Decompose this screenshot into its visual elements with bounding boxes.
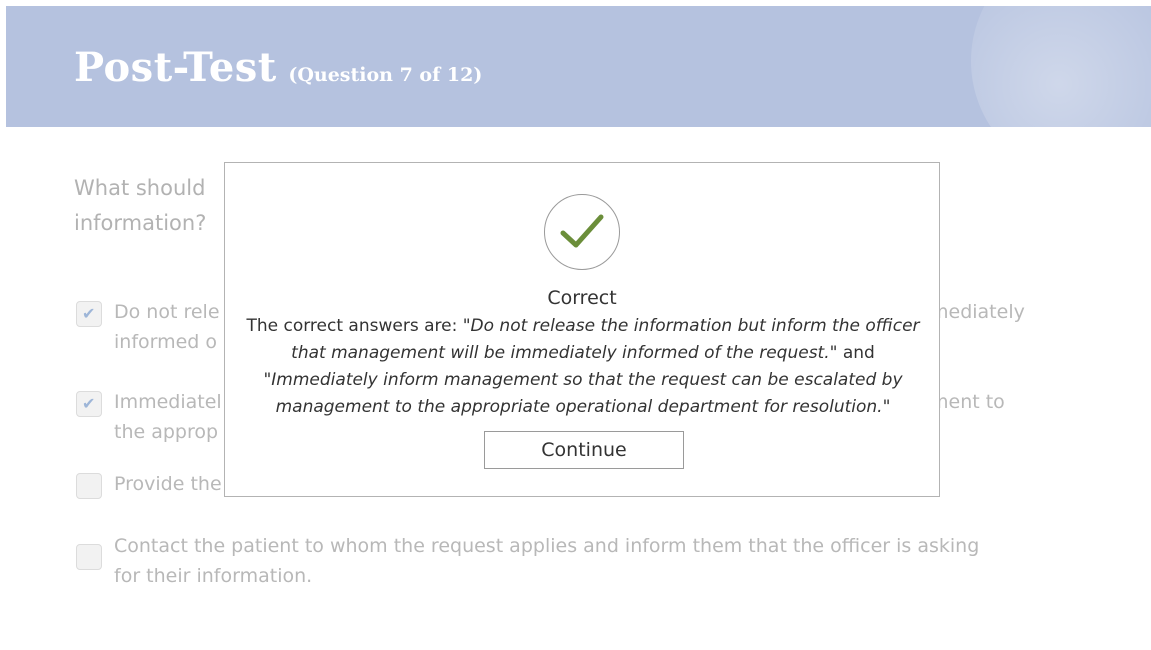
feedback-text: The correct answers are: "Do not release… — [243, 313, 923, 421]
question-counter: (Question 7 of 12) — [288, 64, 483, 86]
result-label: Correct — [547, 287, 617, 309]
feedback-joiner: and — [837, 343, 875, 363]
checkbox-4[interactable] — [76, 544, 102, 570]
slide: Post-Test (Question 7 of 12) What should… — [6, 6, 1151, 650]
header-bar: Post-Test (Question 7 of 12) — [6, 6, 1151, 127]
title-main: Post-Test — [74, 44, 277, 91]
option-1-line-1-tail: mediately — [930, 301, 1025, 323]
option-1-line-1: Do not rele — [114, 301, 220, 323]
continue-button[interactable]: Continue — [484, 431, 684, 469]
option-2-line-1-tail: ment to — [930, 391, 1005, 413]
checkmark-icon — [560, 214, 604, 248]
option-2-line-1: Immediatel — [114, 391, 222, 413]
feedback-intro: The correct answers are: — [246, 316, 463, 336]
correct-badge — [544, 194, 620, 270]
decorative-swirl — [971, 6, 1151, 127]
page-title: Post-Test (Question 7 of 12) — [74, 44, 482, 91]
correct-answer-2: "Immediately inform management so that t… — [263, 370, 903, 417]
option-4-line-2: for their information. — [114, 565, 313, 587]
check-icon: ✔ — [82, 304, 96, 323]
checkbox-2[interactable]: ✔ — [76, 391, 102, 417]
answer-option-4-text: Contact the patient to whom the request … — [114, 531, 1034, 591]
checkbox-3[interactable] — [76, 473, 102, 499]
option-4-line-1: Contact the patient to whom the request … — [114, 535, 980, 557]
checkbox-1[interactable]: ✔ — [76, 301, 102, 327]
check-icon: ✔ — [82, 394, 96, 413]
feedback-dialog: Correct The correct answers are: "Do not… — [224, 162, 940, 497]
